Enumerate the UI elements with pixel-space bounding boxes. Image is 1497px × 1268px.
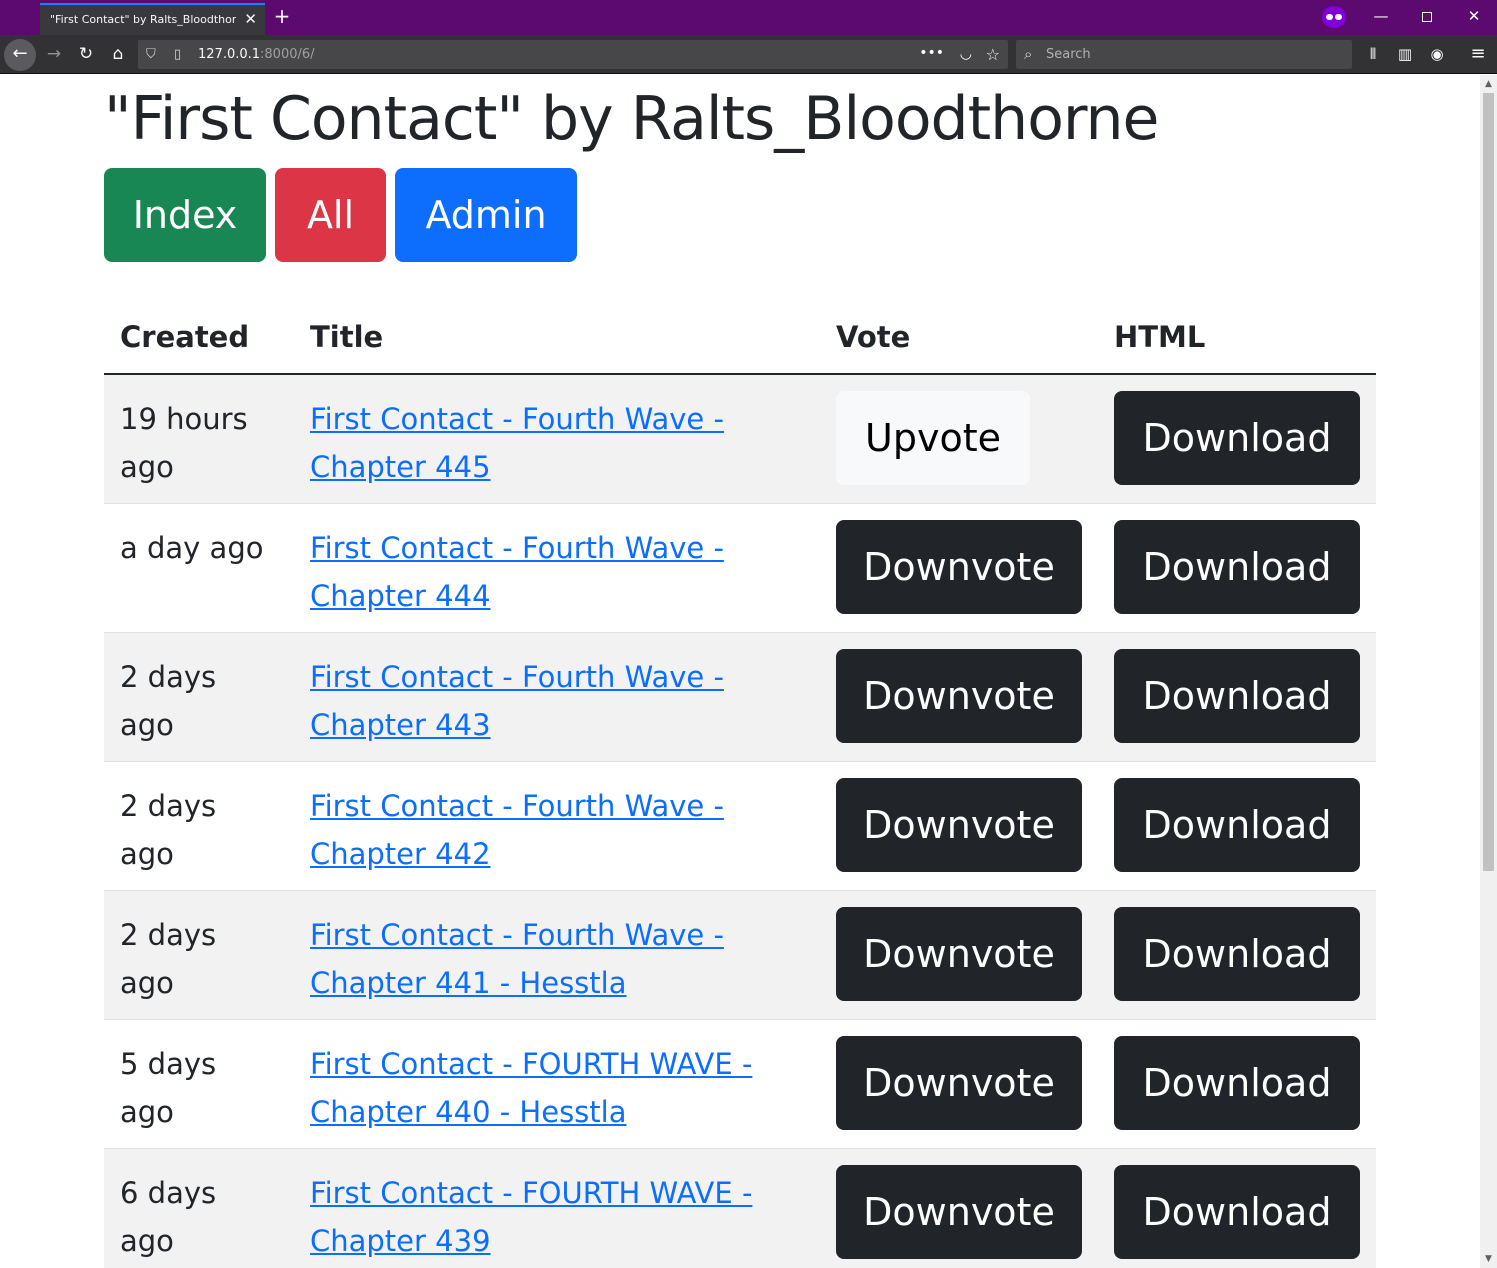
created-cell: 6 days ago (120, 1175, 217, 1258)
forward-icon[interactable]: → (40, 35, 68, 74)
downvote-button[interactable]: Downvote (836, 648, 1082, 743)
chapter-link[interactable]: First Contact - FOURTH WAVE - Chapter 43… (310, 1149, 804, 1265)
created-cell: a day ago (120, 530, 264, 565)
page-scrollbar[interactable]: ▲ ▼ (1480, 75, 1497, 1268)
upvote-button[interactable]: Upvote (836, 391, 1030, 485)
url-path: :8000/6/ (260, 47, 315, 62)
download-button[interactable]: Download (1114, 391, 1360, 485)
table-row: 2 days ago First Contact - Fourth Wave -… (104, 890, 1376, 1020)
header-created: Created (104, 300, 294, 375)
chapter-link[interactable]: First Contact - Fourth Wave - Chapter 44… (310, 375, 804, 491)
admin-button[interactable]: Admin (395, 168, 577, 262)
tab-title: "First Contact" by Ralts_Bloodthorne (50, 13, 236, 26)
pocket-icon[interactable]: ◡ (960, 40, 972, 69)
page-actions-icon[interactable]: ••• (919, 40, 944, 67)
tracking-shield-icon[interactable]: ⛉ (146, 40, 156, 69)
downvote-button[interactable]: Downvote (836, 1164, 1082, 1259)
header-title: Title (294, 300, 820, 375)
all-button[interactable]: All (275, 168, 386, 262)
header-vote: Vote (820, 300, 1098, 375)
page-info-icon[interactable]: ▯ (174, 40, 181, 69)
home-icon[interactable]: ⌂ (104, 35, 132, 74)
chapter-link[interactable]: First Contact - Fourth Wave - Chapter 44… (310, 891, 804, 1007)
url-bar[interactable]: ⛉ ▯ 127.0.0.1:8000/6/ ••• ◡ ☆ (138, 40, 1008, 69)
new-tab-icon[interactable]: + (270, 3, 294, 32)
table-row: a day ago First Contact - Fourth Wave - … (104, 503, 1376, 633)
scroll-down-icon[interactable]: ▼ (1480, 1252, 1497, 1266)
table-row: 5 days ago First Contact - FOURTH WAVE -… (104, 1019, 1376, 1149)
library-icon[interactable]: ⫴ (1360, 35, 1386, 74)
minimize-window-button[interactable]: — (1358, 0, 1404, 35)
download-button[interactable]: Download (1114, 1164, 1360, 1259)
table-header-row: Created Title Vote HTML (104, 300, 1376, 375)
created-cell: 2 days ago (120, 659, 217, 742)
downvote-button[interactable]: Downvote (836, 1035, 1082, 1130)
browser-toolbar: ← → ↻ ⌂ ⛉ ▯ 127.0.0.1:8000/6/ ••• ◡ ☆ ⌕ … (0, 35, 1497, 74)
download-button[interactable]: Download (1114, 777, 1360, 872)
chapters-table: Created Title Vote HTML 19 hours ago Fir… (104, 300, 1376, 1268)
close-window-button[interactable]: ✕ (1451, 0, 1497, 35)
table-row: 6 days ago First Contact - FOURTH WAVE -… (104, 1148, 1376, 1268)
index-button[interactable]: Index (104, 168, 266, 262)
table-row: 2 days ago First Contact - Fourth Wave -… (104, 632, 1376, 762)
maximize-window-button[interactable] (1404, 0, 1450, 35)
browser-titlebar: "First Contact" by Ralts_Bloodthorne ✕ +… (0, 0, 1497, 35)
download-button[interactable]: Download (1114, 906, 1360, 1001)
downvote-button[interactable]: Downvote (836, 519, 1082, 614)
header-html: HTML (1098, 300, 1376, 375)
reload-icon[interactable]: ↻ (72, 35, 100, 74)
created-cell: 5 days ago (120, 1046, 217, 1129)
bookmark-star-icon[interactable]: ☆ (986, 40, 1000, 69)
search-icon: ⌕ (1024, 45, 1033, 63)
chapter-link[interactable]: First Contact - FOURTH WAVE - Chapter 44… (310, 1020, 804, 1136)
download-button[interactable]: Download (1114, 519, 1360, 614)
chapter-link[interactable]: First Contact - Fourth Wave - Chapter 44… (310, 504, 804, 620)
scrollbar-thumb[interactable] (1483, 93, 1494, 871)
chapter-link[interactable]: First Contact - Fourth Wave - Chapter 44… (310, 762, 804, 878)
table-row: 2 days ago First Contact - Fourth Wave -… (104, 761, 1376, 891)
created-cell: 2 days ago (120, 788, 217, 871)
table-row: 19 hours ago First Contact - Fourth Wave… (104, 374, 1376, 504)
back-icon[interactable]: ← (4, 39, 36, 71)
download-button[interactable]: Download (1114, 648, 1360, 743)
download-button[interactable]: Download (1114, 1035, 1360, 1130)
browser-tab[interactable]: "First Contact" by Ralts_Bloodthorne ✕ (40, 3, 265, 35)
hamburger-menu-icon[interactable]: ≡ (1465, 35, 1491, 74)
url-host: 127.0.0.1 (198, 47, 261, 62)
search-input[interactable]: ⌕ Search (1016, 40, 1352, 69)
sidebar-icon[interactable]: ▥ (1392, 35, 1418, 74)
created-cell: 2 days ago (120, 917, 217, 1000)
close-tab-icon[interactable]: ✕ (244, 5, 257, 34)
downvote-button[interactable]: Downvote (836, 777, 1082, 872)
downvote-button[interactable]: Downvote (836, 906, 1082, 1001)
page-title: "First Contact" by Ralts_Bloodthorne (104, 84, 1159, 154)
url-text[interactable]: 127.0.0.1:8000/6/ (198, 40, 315, 69)
search-placeholder: Search (1046, 47, 1091, 62)
account-icon[interactable]: ◉ (1424, 35, 1450, 74)
created-cell: 19 hours ago (120, 402, 248, 484)
private-browsing-icon (1322, 6, 1346, 28)
scroll-up-icon[interactable]: ▲ (1480, 77, 1497, 91)
chapter-link[interactable]: First Contact - Fourth Wave - Chapter 44… (310, 633, 804, 749)
